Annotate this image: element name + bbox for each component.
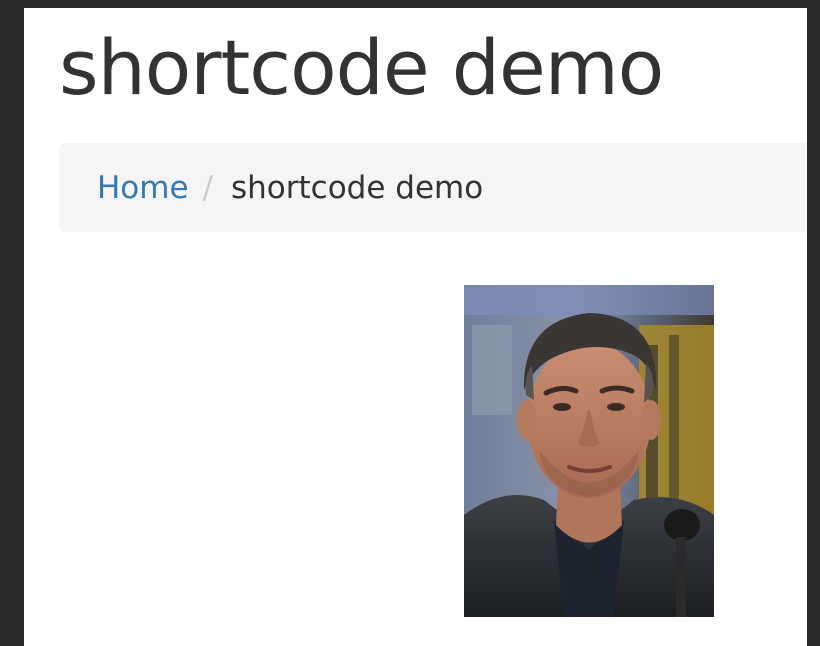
page-content: shortcode demo Home / shortcode demo [24,8,807,646]
window-frame: shortcode demo Home / shortcode demo [0,0,820,646]
breadcrumb-home-link[interactable]: Home [97,170,189,206]
breadcrumb: Home / shortcode demo [59,143,807,232]
breadcrumb-separator: / [202,169,213,206]
page-title: shortcode demo [59,23,664,112]
breadcrumb-current: shortcode demo [231,169,484,206]
portrait-photo [464,285,714,617]
